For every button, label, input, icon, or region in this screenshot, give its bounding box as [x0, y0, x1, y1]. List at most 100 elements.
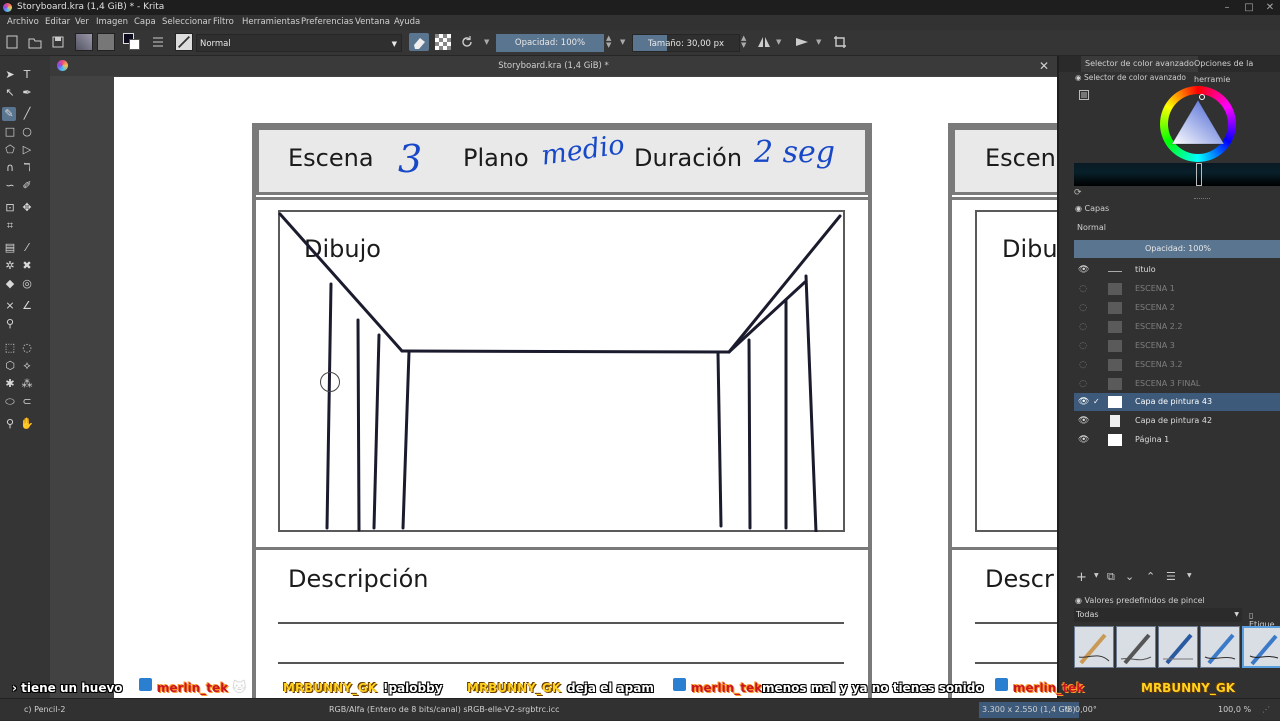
chevron-down-icon[interactable]: ▼: [1094, 572, 1099, 579]
crop-tool-icon[interactable]: ⊡: [3, 201, 17, 215]
canvas-paper[interactable]: Escena 3 Plano medio Duración 2 seg Dibu…: [114, 77, 1057, 698]
wrap-around-icon[interactable]: [833, 35, 847, 49]
close-document-icon[interactable]: ✕: [1039, 56, 1049, 76]
layers-opacity-slider[interactable]: Opacidad: 100%: [1074, 240, 1280, 258]
move-tool-icon[interactable]: ✥: [20, 201, 34, 215]
brush-preset-thumb[interactable]: [1116, 626, 1156, 668]
reload-preset-icon[interactable]: [460, 35, 474, 49]
menu-ayuda[interactable]: Ayuda: [394, 15, 420, 30]
menu-seleccionar[interactable]: Seleccionar: [162, 15, 211, 30]
ruler-tool-icon[interactable]: ∠: [20, 299, 34, 313]
move-up-icon[interactable]: ⌃: [1146, 570, 1155, 583]
chevron-down-icon[interactable]: ▼: [1187, 572, 1192, 579]
ellipse-tool-icon[interactable]: ○: [20, 125, 34, 139]
reference-image-icon[interactable]: ⚲: [3, 317, 17, 331]
layer-item-capa-42[interactable]: 👁 Capa de pintura 42: [1074, 412, 1280, 430]
zoom-tool-icon[interactable]: ⚲: [3, 417, 17, 431]
color-picker-handle[interactable]: [1199, 94, 1205, 100]
layer-item-titulo[interactable]: 👁 titulo: [1074, 261, 1280, 279]
ellipse-select-icon[interactable]: ◌: [20, 341, 34, 355]
brush-preset-icon[interactable]: [175, 33, 193, 51]
eye-icon[interactable]: 👁: [1078, 397, 1089, 407]
polygon-select-icon[interactable]: ⬡: [3, 359, 17, 373]
layer-item-escena-3-2[interactable]: ◌ ESCENA 3.2: [1074, 356, 1280, 374]
menu-ventana[interactable]: Ventana: [355, 15, 390, 30]
duplicate-layer-icon[interactable]: ⧉: [1107, 570, 1115, 584]
menu-filtro[interactable]: Filtro: [213, 15, 234, 30]
eye-hidden-icon[interactable]: ◌: [1078, 360, 1088, 370]
select-shapes-icon[interactable]: ➤: [3, 68, 17, 82]
polygon-tool-icon[interactable]: ⬠: [3, 143, 17, 157]
save-icon[interactable]: [51, 35, 65, 49]
dynamic-brush-icon[interactable]: ∽: [3, 179, 17, 193]
smart-patch-icon[interactable]: ✲: [3, 259, 17, 273]
brush-preset-thumb[interactable]: [1158, 626, 1198, 668]
menu-ver[interactable]: Ver: [75, 15, 89, 30]
calligraphy-icon[interactable]: ✒: [20, 86, 34, 100]
eye-icon[interactable]: 👁: [1078, 435, 1089, 445]
preserve-alpha-icon[interactable]: [435, 34, 451, 50]
measure-tool-icon[interactable]: ⨯: [3, 299, 17, 313]
close-window-icon[interactable]: ✕: [1261, 0, 1279, 15]
eye-icon[interactable]: 👁: [1078, 265, 1089, 275]
size-slider[interactable]: Tamaño: 30,00 px: [632, 34, 740, 52]
menu-preferencias[interactable]: Preferencias: [301, 15, 353, 30]
layer-item-escena-2[interactable]: ◌ ESCENA 2: [1074, 299, 1280, 317]
pattern-swatch[interactable]: [75, 33, 93, 51]
tab-tool-options[interactable]: Opciones de la herramie: [1194, 56, 1280, 84]
brush-preset-thumb-active[interactable]: [1242, 626, 1280, 668]
freehand-select-icon[interactable]: ⟡: [20, 359, 34, 373]
layer-item-escena-2-2[interactable]: ◌ ESCENA 2.2: [1074, 318, 1280, 336]
polyline-tool-icon[interactable]: ▷: [20, 143, 34, 157]
brush-preset-thumb[interactable]: [1074, 626, 1114, 668]
layer-item-capa-43[interactable]: 👁 ✓ Capa de pintura 43: [1074, 393, 1280, 411]
freehand-brush-icon[interactable]: ✎: [2, 107, 16, 121]
bezier-select-icon[interactable]: ⬭: [3, 395, 17, 409]
tab-advanced-color[interactable]: Selector de color avanzado: [1081, 56, 1198, 72]
layer-item-escena-3[interactable]: ◌ ESCENA 3: [1074, 337, 1280, 355]
chevron-down-icon[interactable]: ▼: [776, 35, 790, 49]
eraser-mode-icon[interactable]: [409, 33, 429, 51]
fill-tool-icon[interactable]: ◆: [3, 277, 17, 291]
maximize-icon[interactable]: □: [1240, 0, 1258, 15]
line-tool-icon[interactable]: ╱: [20, 107, 34, 121]
layer-item-escena-3-final[interactable]: ◌ ESCENA 3 FINAL: [1074, 375, 1280, 393]
brush-preset-thumb[interactable]: [1200, 626, 1240, 668]
menu-editar[interactable]: Editar: [45, 15, 70, 30]
menu-herramientas[interactable]: Herramientas: [242, 15, 300, 30]
magnetic-select-icon[interactable]: ⊂: [20, 395, 34, 409]
brush-settings-icon[interactable]: [151, 35, 165, 49]
assistant-tool-icon[interactable]: ✖: [20, 259, 34, 273]
color-triangle[interactable]: [1170, 98, 1226, 150]
color-settings-icon[interactable]: [1079, 90, 1089, 100]
freehand-path-icon[interactable]: ℸ: [20, 161, 34, 175]
layer-item-pagina-1[interactable]: 👁 Página 1: [1074, 431, 1280, 449]
new-document-icon[interactable]: [5, 35, 19, 49]
minimize-icon[interactable]: –: [1218, 0, 1236, 15]
status-zoom[interactable]: 100,0 %: [1218, 699, 1251, 721]
color-history-bar[interactable]: [1074, 163, 1280, 186]
size-stepper-icon[interactable]: ▲ ▼: [741, 35, 755, 49]
menu-capa[interactable]: Capa: [134, 15, 156, 30]
eye-hidden-icon[interactable]: ◌: [1078, 341, 1088, 351]
refresh-icon[interactable]: ⟳: [1074, 188, 1082, 198]
opacity-stepper-icon[interactable]: ▲ ▼: [606, 35, 620, 49]
rectangle-tool-icon[interactable]: □: [3, 125, 17, 139]
open-folder-icon[interactable]: [28, 35, 42, 49]
contiguous-select-icon[interactable]: ✱: [3, 377, 17, 391]
blend-mode-select[interactable]: Normal ▼: [196, 34, 402, 52]
mirror-vertical-icon[interactable]: [795, 35, 809, 49]
enclose-fill-icon[interactable]: ◎: [20, 277, 34, 291]
eye-hidden-icon[interactable]: ◌: [1078, 284, 1088, 294]
gradient-tool-icon[interactable]: ▤: [3, 241, 17, 255]
preset-filter-select[interactable]: Todas ▼: [1074, 608, 1242, 622]
transform-tool-icon[interactable]: ⌗: [3, 219, 17, 233]
rect-select-icon[interactable]: ⬚: [3, 341, 17, 355]
layer-item-escena-1[interactable]: ◌ ESCENA 1: [1074, 280, 1280, 298]
bezier-tool-icon[interactable]: ∩: [3, 161, 17, 175]
color-picker-icon[interactable]: ⁄: [20, 241, 34, 255]
text-tool-icon[interactable]: T: [20, 68, 34, 82]
add-layer-icon[interactable]: +: [1076, 570, 1087, 585]
document-tab[interactable]: Storyboard.kra (1,4 GiB) * ✕: [50, 56, 1057, 76]
similar-select-icon[interactable]: ⁂: [20, 377, 34, 391]
